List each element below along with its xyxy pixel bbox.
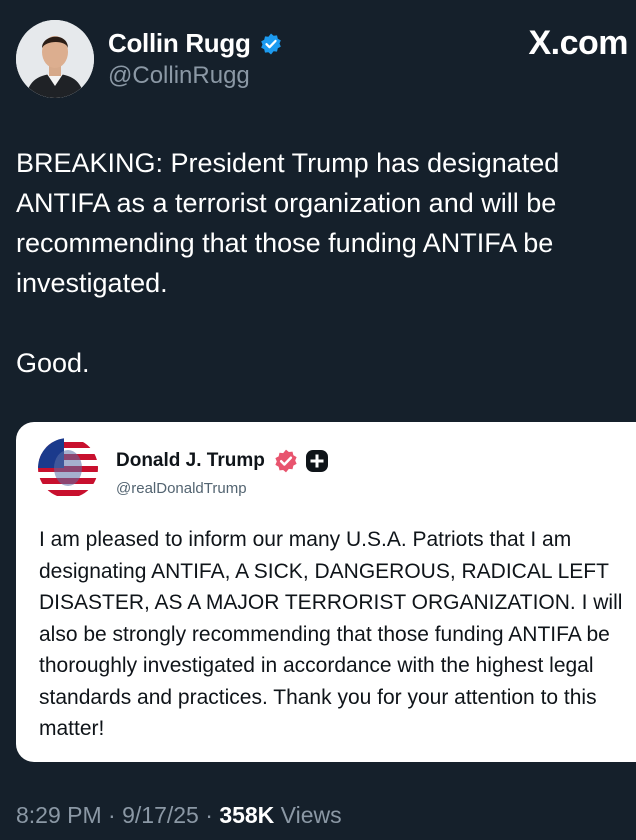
author-display-name[interactable]: Collin Rugg bbox=[108, 28, 283, 59]
plus-app-icon bbox=[305, 450, 328, 472]
tweet-page: Collin Rugg @CollinRugg X.com BREAKING: … bbox=[0, 0, 636, 840]
views-count[interactable]: 358K bbox=[219, 802, 274, 828]
source-label: X.com bbox=[528, 24, 628, 62]
tweet-paragraph: BREAKING: President Trump has designated… bbox=[16, 148, 560, 298]
author-avatar-image bbox=[16, 20, 94, 98]
quoted-name-text: Donald J. Trump bbox=[116, 450, 265, 471]
post-meta: 8:29 PM · 9/17/25 · 358K Views bbox=[16, 802, 342, 829]
verified-check-icon bbox=[260, 33, 281, 54]
author-handle[interactable]: @CollinRugg bbox=[108, 62, 250, 90]
quoted-text: I am pleased to inform our many U.S.A. P… bbox=[39, 528, 623, 740]
quoted-display-name[interactable]: Donald J. Trump bbox=[116, 448, 329, 474]
flag-portrait-avatar-image bbox=[38, 438, 98, 498]
meta-separator: · bbox=[198, 802, 220, 828]
author-name-text: Collin Rugg bbox=[108, 28, 251, 58]
quoted-post-card[interactable]: Donald J. Trump @realDonaldTrump I am pl… bbox=[16, 422, 636, 762]
pink-verified-icon bbox=[275, 449, 297, 473]
author-avatar[interactable] bbox=[16, 20, 94, 98]
quoted-avatar[interactable] bbox=[38, 438, 98, 498]
post-time[interactable]: 8:29 PM bbox=[16, 802, 102, 828]
meta-separator: · bbox=[101, 802, 123, 828]
tweet-text: BREAKING: President Trump has designated… bbox=[16, 143, 628, 383]
tweet-paragraph: Good. bbox=[16, 348, 90, 378]
quoted-handle[interactable]: @realDonaldTrump bbox=[116, 480, 247, 497]
post-date[interactable]: 9/17/25 bbox=[122, 802, 199, 828]
views-label: Views bbox=[274, 802, 342, 828]
